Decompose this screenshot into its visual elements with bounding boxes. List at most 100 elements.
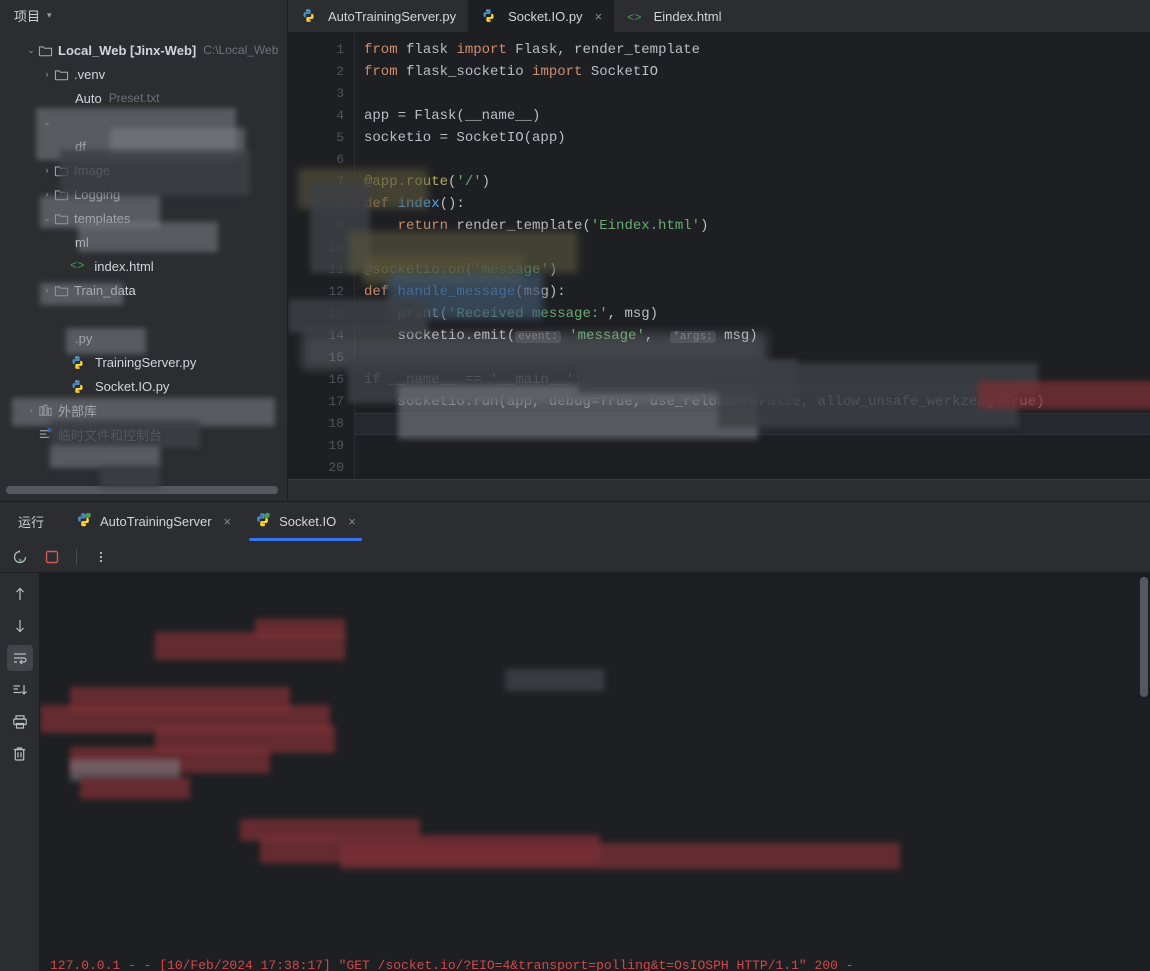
- code-line[interactable]: [364, 457, 1150, 479]
- code-line[interactable]: from flask import Flask, render_template: [364, 39, 1150, 61]
- close-run-tab-icon[interactable]: ×: [348, 514, 356, 529]
- trash-icon[interactable]: [7, 741, 33, 767]
- tree-item-df[interactable]: df: [0, 134, 287, 158]
- tree-item-[interactable]: 临时文件和控制台: [0, 422, 287, 446]
- code-token: import: [456, 42, 516, 58]
- code-line[interactable]: socketio.run(app, debug=True, use_reload…: [364, 391, 1150, 413]
- code-token: (msg):: [515, 284, 566, 300]
- code-token: (: [464, 262, 474, 278]
- rerun-button[interactable]: [8, 545, 32, 569]
- code-line[interactable]: def handle_message(msg):: [364, 281, 1150, 303]
- line-number: 17: [328, 394, 344, 409]
- code-token: ): [548, 262, 558, 278]
- chevron-right-icon[interactable]: ›: [40, 165, 54, 175]
- editor-tab-autotrainingserver-py[interactable]: AutoTrainingServer.py: [288, 0, 468, 33]
- tree-item-index-html[interactable]: <> index.html: [0, 254, 287, 278]
- tree-item-train-data[interactable]: › Train_data: [0, 278, 287, 302]
- tree-item-ml[interactable]: ml: [0, 230, 287, 254]
- code-line[interactable]: def index():: [364, 193, 1150, 215]
- tree-item-label: .venv: [74, 66, 106, 82]
- code-token: @socketio.on: [364, 262, 465, 278]
- chevron-down-icon[interactable]: ⌄: [40, 117, 54, 128]
- arrow-up-icon[interactable]: [7, 581, 33, 607]
- code-token: return: [397, 218, 457, 234]
- code-token: msg): [715, 328, 758, 344]
- tree-item-trainingserver-py[interactable]: TrainingServer.py: [0, 350, 287, 374]
- tree-item-logging[interactable]: › Logging: [0, 182, 287, 206]
- run-tab-label: AutoTrainingServer: [100, 514, 212, 529]
- code-token: event:: [515, 331, 561, 343]
- sidebar-horizontal-scrollbar[interactable]: [6, 486, 278, 494]
- code-token: SocketIO: [590, 64, 659, 80]
- console-output[interactable]: 127.0.0.1 - - [10/Feb/2024 17:38:17] "GE…: [40, 573, 1150, 971]
- code-line[interactable]: from flask_socketio import SocketIO: [364, 61, 1150, 83]
- code-token: def: [364, 284, 398, 300]
- console-side-toolbar: [0, 573, 40, 971]
- top-area: 项目 ▾ ⌄ Local_Web [Jinx-Web] C:\Local_Web ›.…: [0, 0, 1150, 501]
- editor-tab-socket-io-py[interactable]: Socket.IO.py ×: [468, 0, 615, 33]
- tree-item-venv[interactable]: › .venv: [0, 62, 287, 86]
- chevron-right-icon[interactable]: ›: [24, 405, 38, 415]
- close-tab-icon[interactable]: ×: [595, 9, 603, 24]
- chevron-right-icon[interactable]: ›: [40, 285, 54, 295]
- code-line[interactable]: app = Flask(__name__): [364, 105, 1150, 127]
- code-line[interactable]: @app.route('/'): [364, 171, 1150, 193]
- console-vertical-scrollbar[interactable]: [1140, 577, 1148, 697]
- code-line[interactable]: if __name__ == '__main__':: [364, 369, 1150, 391]
- project-label: 项目: [14, 8, 41, 24]
- run-toolbar: [0, 541, 1150, 573]
- code-line[interactable]: [364, 347, 1150, 369]
- chevron-right-icon[interactable]: ›: [40, 189, 54, 199]
- code-token: flask: [406, 42, 457, 58]
- code-line[interactable]: socketio.emit(event: 'message', *args: m…: [364, 325, 1150, 347]
- redaction-overlay: [340, 843, 900, 869]
- code-line[interactable]: return render_template('Eindex.html'): [364, 215, 1150, 237]
- run-tab-socket-io[interactable]: Socket.IO ×: [243, 502, 368, 541]
- code-token: 'message': [473, 262, 549, 278]
- tree-item-[interactable]: › 外部库: [0, 398, 287, 422]
- code-line[interactable]: [364, 435, 1150, 457]
- folder-icon: [54, 163, 69, 178]
- folder-icon: [54, 283, 69, 298]
- line-number: 14: [328, 328, 344, 343]
- chevron-down-icon[interactable]: ▾: [47, 10, 52, 21]
- code-token: ): [700, 218, 709, 234]
- folder-icon: [54, 211, 69, 226]
- project-tool-window-header[interactable]: 项目 ▾: [0, 0, 287, 30]
- print-icon[interactable]: [7, 709, 33, 735]
- caret-row-highlight: [355, 413, 1150, 435]
- code-token: 'Eindex.html': [590, 218, 701, 234]
- kebab-menu-icon[interactable]: [89, 545, 113, 569]
- stop-button[interactable]: [40, 545, 64, 569]
- code-editor[interactable]: 1 2 3 4 5 6 7 8 9 10 11 12 13 14 15 16 17 18 19 20 from fla…: [288, 33, 1150, 479]
- tree-item-socket-io-py[interactable]: Socket.IO.py: [0, 374, 287, 398]
- editor-tab-eindex-html[interactable]: <> Eindex.html: [614, 0, 733, 33]
- tree-item-image[interactable]: › Image: [0, 158, 287, 182]
- tree-item-templates[interactable]: ⌄ templates: [0, 206, 287, 230]
- code-line[interactable]: socketio = SocketIO(app): [364, 127, 1150, 149]
- python-icon: [70, 355, 90, 370]
- code-line[interactable]: [364, 237, 1150, 259]
- run-tab-autotrainingserver[interactable]: AutoTrainingServer ×: [64, 502, 243, 541]
- chevron-down-icon[interactable]: ⌄: [24, 45, 38, 56]
- code-token: flask_socketio: [406, 64, 533, 80]
- arrow-down-icon[interactable]: [7, 613, 33, 639]
- soft-wrap-icon[interactable]: [6, 645, 33, 671]
- tree-item-redacted-3[interactable]: ⌄: [0, 110, 287, 134]
- tree-item-py[interactable]: .py: [0, 326, 287, 350]
- tree-item-local-web-jinx-web[interactable]: ⌄ Local_Web [Jinx-Web] C:\Local_Web: [0, 38, 287, 62]
- code-line[interactable]: [364, 83, 1150, 105]
- code-line[interactable]: print('Received message:', msg): [364, 303, 1150, 325]
- close-run-tab-icon[interactable]: ×: [224, 514, 232, 529]
- tree-item-auto[interactable]: Auto Preset.txt: [0, 86, 287, 110]
- tree-item-label: templates: [74, 210, 131, 226]
- tree-item-redacted-11[interactable]: [0, 302, 287, 326]
- code-line[interactable]: [364, 149, 1150, 171]
- chevron-down-icon[interactable]: ⌄: [40, 213, 54, 224]
- chevron-right-icon[interactable]: ›: [40, 69, 54, 79]
- code-line[interactable]: @socketio.on('message'): [364, 259, 1150, 281]
- toolbar-divider: [76, 548, 77, 565]
- redaction-overlay: [505, 669, 605, 691]
- scroll-to-end-icon[interactable]: [7, 677, 33, 703]
